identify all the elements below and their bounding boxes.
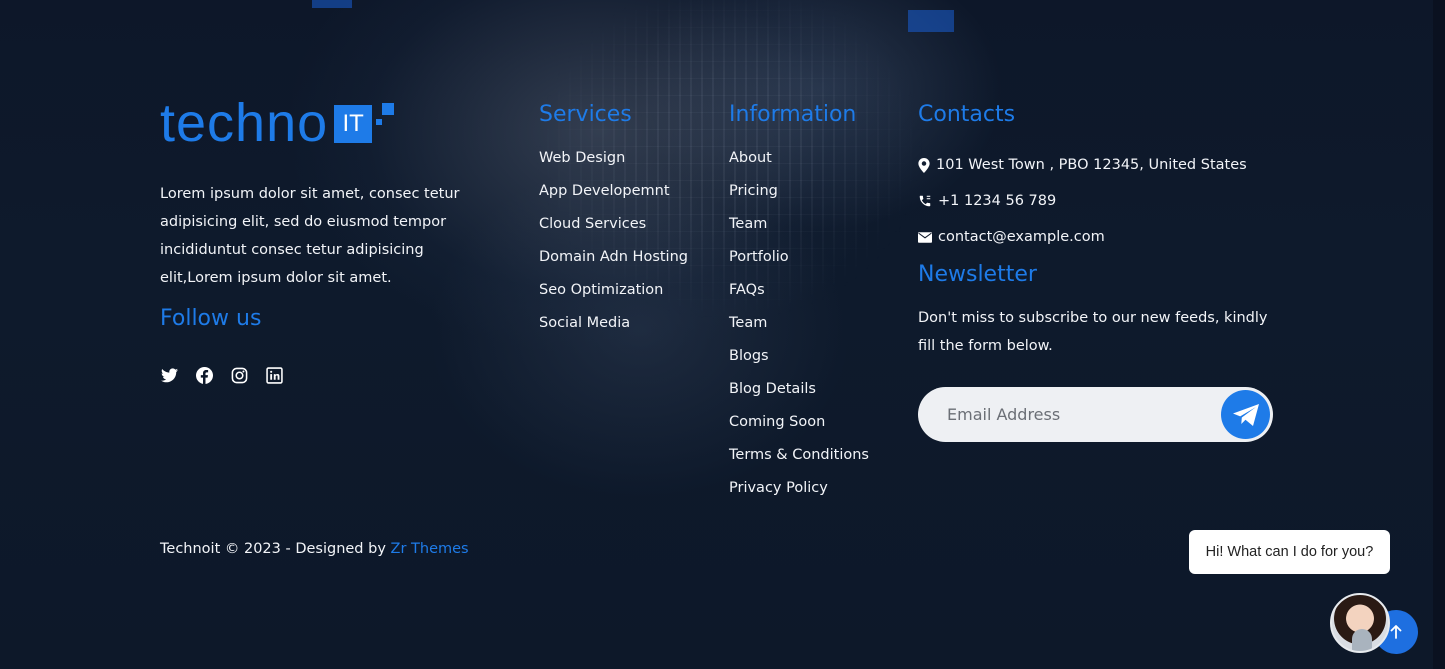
twitter-icon[interactable] — [160, 366, 178, 384]
facebook-icon[interactable] — [195, 366, 213, 384]
information-link[interactable]: Blogs — [729, 348, 869, 381]
information-link[interactable]: Team — [729, 315, 869, 348]
services-link[interactable]: Cloud Services — [539, 216, 688, 249]
information-link[interactable]: About — [729, 150, 869, 183]
map-pin-icon — [918, 157, 930, 173]
newsletter-text: Don't miss to subscribe to our new feeds… — [918, 310, 1268, 354]
logo-dot — [376, 119, 383, 125]
information-link[interactable]: Blog Details — [729, 381, 869, 414]
contacts-column: Contacts 101 West Town , PBO 12345, Unit… — [918, 100, 1278, 360]
newsletter-submit-button[interactable] — [1221, 390, 1270, 439]
information-link[interactable]: Terms & Conditions — [729, 447, 869, 480]
chat-avatar[interactable] — [1330, 593, 1390, 653]
services-link[interactable]: Social Media — [539, 315, 688, 348]
information-link[interactable]: FAQs — [729, 282, 869, 315]
contacts-heading: Contacts — [918, 102, 1016, 127]
mail-icon — [918, 231, 932, 243]
logo-badge: IT — [334, 103, 395, 143]
copyright: Technoit © 2023 - Designed by Zr Themes — [160, 541, 469, 557]
phone-icon — [919, 195, 931, 207]
information-link[interactable]: Team — [729, 216, 869, 249]
services-column: Services Web Design App Developemnt Clou… — [539, 100, 688, 348]
services-link[interactable]: Domain Adn Hosting — [539, 249, 688, 282]
about-text: Lorem ipsum dolor sit amet, consec tetur… — [160, 186, 460, 286]
information-link[interactable]: Portfolio — [729, 249, 869, 282]
logo[interactable]: techno IT — [160, 96, 395, 150]
copyright-text: Technoit © 2023 - Designed by — [160, 541, 386, 557]
linkedin-icon[interactable] — [265, 366, 283, 384]
newsletter-form — [918, 387, 1273, 442]
send-icon — [1232, 403, 1259, 426]
logo-badge-text: IT — [342, 110, 364, 137]
logo-dot — [382, 103, 395, 115]
services-link[interactable]: App Developemnt — [539, 183, 688, 216]
newsletter-heading: Newsletter — [918, 262, 1037, 287]
information-list: About Pricing Team Portfolio FAQs Team B… — [729, 150, 869, 513]
information-link[interactable]: Pricing — [729, 183, 869, 216]
phone-text: +1 1234 56 789 — [938, 193, 1057, 209]
services-heading: Services — [539, 102, 632, 127]
information-heading: Information — [729, 102, 857, 127]
information-column: Information About Pricing Team Portfolio… — [729, 100, 869, 513]
services-link[interactable]: Seo Optimization — [539, 282, 688, 315]
information-link[interactable]: Coming Soon — [729, 414, 869, 447]
chat-greeting-bubble[interactable]: Hi! What can I do for you? — [1189, 530, 1390, 574]
information-link[interactable]: Privacy Policy — [729, 480, 869, 513]
instagram-icon[interactable] — [230, 366, 248, 384]
address-text: 101 West Town , PBO 12345, United States — [936, 157, 1247, 173]
services-list: Web Design App Developemnt Cloud Service… — [539, 150, 688, 348]
social-links — [160, 366, 283, 384]
arrow-up-icon — [1390, 625, 1402, 639]
logo-text: techno — [160, 93, 329, 153]
newsletter-email-input[interactable] — [918, 405, 1208, 424]
designer-link[interactable]: Zr Themes — [391, 541, 469, 557]
email-text: contact@example.com — [938, 229, 1105, 245]
follow-us-heading: Follow us — [160, 306, 262, 331]
services-link[interactable]: Web Design — [539, 150, 688, 183]
decor-square — [312, 0, 352, 8]
contact-email[interactable]: contact@example.com — [918, 216, 1278, 258]
decor-square — [908, 10, 954, 32]
page-edge — [1433, 0, 1445, 669]
